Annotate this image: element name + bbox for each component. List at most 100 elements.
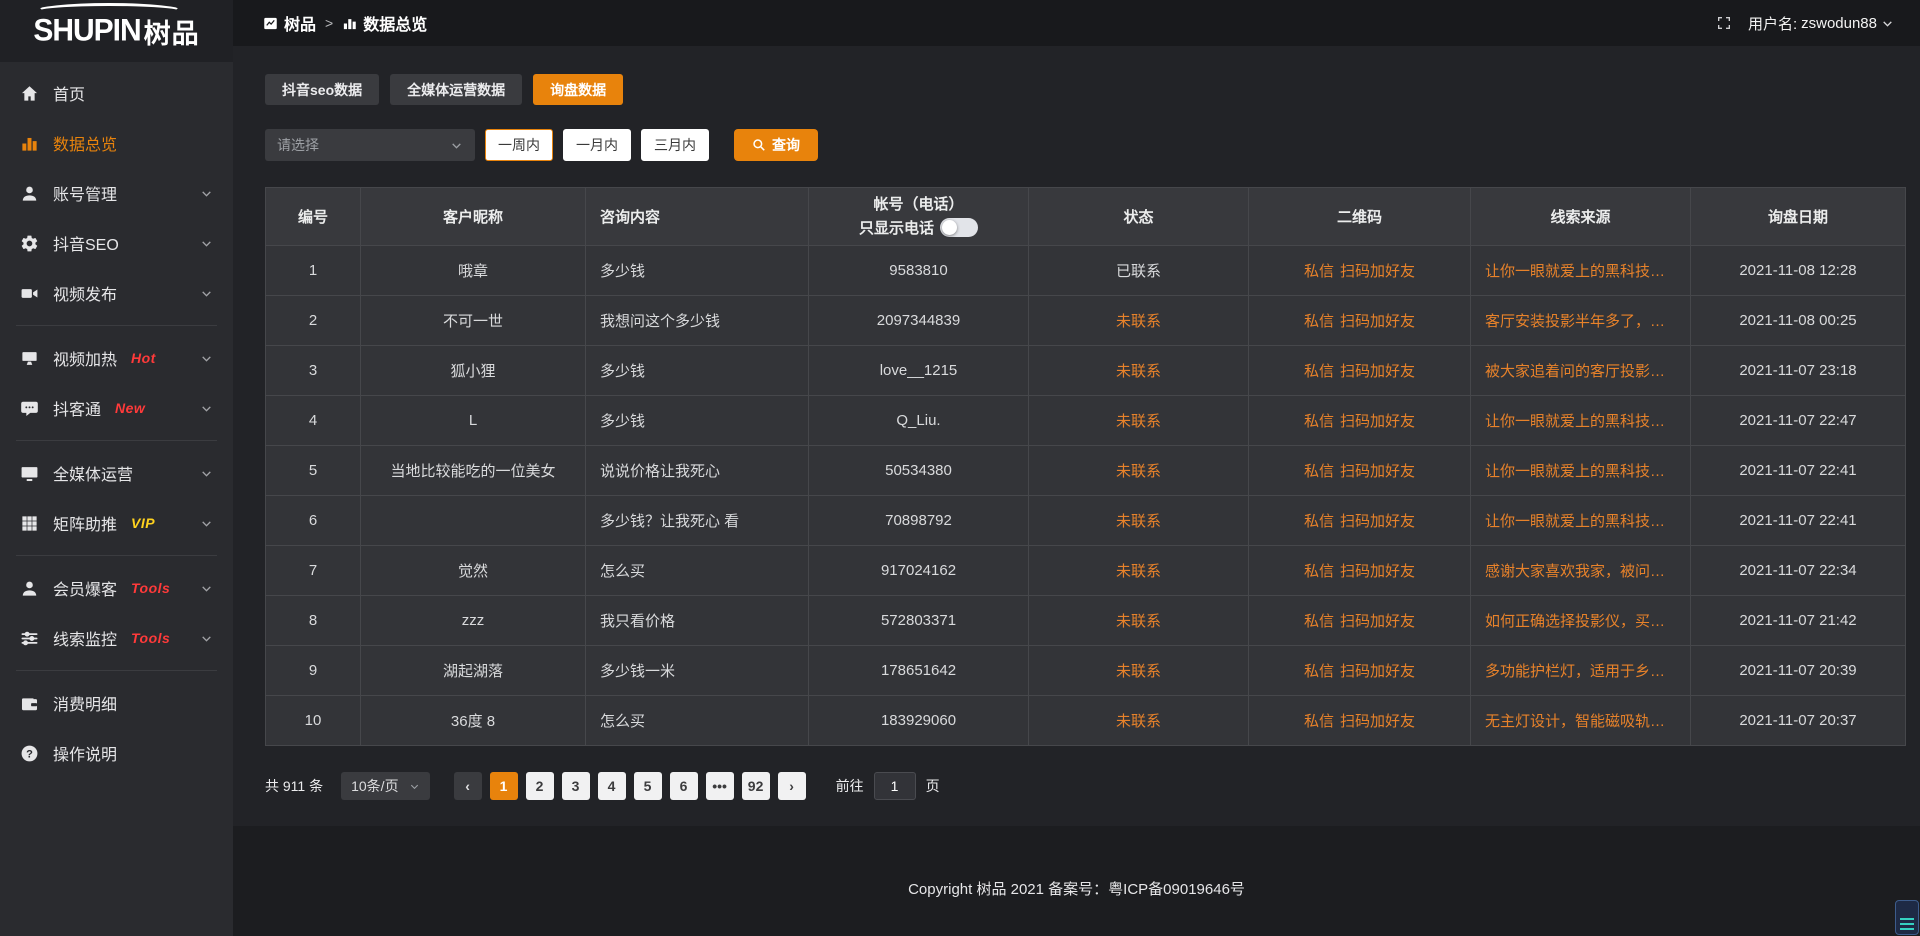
sidebar-item-账号管理[interactable]: 账号管理 (0, 168, 233, 218)
logo[interactable]: SHUPIN 树品 (0, 0, 233, 62)
inquiry-table: 编号 客户昵称 咨询内容 帐号（电话） 只显示电话 状态 二维码 线索来源 (265, 187, 1906, 746)
support-widget[interactable] (1895, 900, 1919, 935)
sidebar-item-消费明细[interactable]: 消费明细 (0, 678, 233, 728)
page-button-2[interactable]: 2 (526, 772, 554, 800)
cell-source[interactable]: 让你一眼就爱上的黑科技，能... (1471, 496, 1691, 546)
private-message-link[interactable]: 私信 (1304, 713, 1334, 730)
range-button-一月内[interactable]: 一月内 (563, 129, 631, 161)
cell-date: 2021-11-07 22:47 (1691, 396, 1906, 446)
range-button-一周内[interactable]: 一周内 (485, 129, 553, 161)
scan-add-friend-link[interactable]: 扫码加好友 (1340, 313, 1415, 330)
scan-add-friend-link[interactable]: 扫码加好友 (1340, 263, 1415, 280)
sidebar-item-线索监控[interactable]: 线索监控Tools (0, 613, 233, 663)
page-button-6[interactable]: 6 (670, 772, 698, 800)
private-message-link[interactable]: 私信 (1304, 413, 1334, 430)
prev-page-button[interactable]: ‹ (454, 772, 482, 800)
bar-chart-icon (20, 134, 39, 153)
phone-only-toggle[interactable] (940, 218, 978, 237)
cell-source[interactable]: 无主灯设计，智能磁吸轨道灯... (1471, 696, 1691, 746)
app-mark-icon (263, 16, 278, 31)
page-size-select[interactable]: 10条/页 (341, 772, 429, 800)
breadcrumb-item-current[interactable]: 数据总览 (342, 11, 427, 35)
scan-add-friend-link[interactable]: 扫码加好友 (1340, 463, 1415, 480)
private-message-link[interactable]: 私信 (1304, 363, 1334, 380)
cell-source[interactable]: 客厅安装投影半年多了，真实... (1471, 296, 1691, 346)
tab-抖音seo数据[interactable]: 抖音seo数据 (265, 74, 379, 105)
sidebar-item-全媒体运营[interactable]: 全媒体运营 (0, 448, 233, 498)
tab-询盘数据[interactable]: 询盘数据 (533, 74, 623, 105)
scan-add-friend-link[interactable]: 扫码加好友 (1340, 713, 1415, 730)
sidebar-divider (16, 555, 217, 556)
cell-content: 多少钱一米 (586, 646, 809, 696)
cell-source[interactable]: 多功能护栏灯，适用于乡村文... (1471, 646, 1691, 696)
page-ellipsis-button[interactable]: ••• (706, 772, 734, 800)
cell-account: love__1215 (809, 346, 1029, 396)
sidebar-item-抖音SEO[interactable]: 抖音SEO (0, 218, 233, 268)
sidebar-item-badge: Hot (131, 350, 156, 366)
scan-add-friend-link[interactable]: 扫码加好友 (1340, 613, 1415, 630)
scan-add-friend-link[interactable]: 扫码加好友 (1340, 663, 1415, 680)
fullscreen-icon[interactable] (1716, 15, 1732, 31)
cell-source[interactable]: 让你一眼就爱上的黑科技，能... (1471, 396, 1691, 446)
account-select[interactable]: 请选择 (265, 129, 475, 161)
col-account-label: 帐号（电话） (817, 195, 1020, 215)
cell-qrcode: 私信扫码加好友 (1249, 346, 1471, 396)
sidebar-nav: 首页数据总览账号管理抖音SEO 视频发布视频加热Hot抖客通New 全媒体运营矩阵助… (0, 62, 233, 778)
cell-source[interactable]: 感谢大家喜欢我家，被问了好... (1471, 546, 1691, 596)
sidebar-item-视频加热[interactable]: 视频加热Hot (0, 333, 233, 383)
user-zone: 用户名: zswodun88 (1716, 13, 1894, 34)
scan-add-friend-link[interactable]: 扫码加好友 (1340, 513, 1415, 530)
breadcrumb-item-root[interactable]: 树品 (263, 11, 316, 35)
cell-account: 917024162 (809, 546, 1029, 596)
cell-source[interactable]: 让你一眼就爱上的黑科技，能... (1471, 446, 1691, 496)
sidebar-item-label: 线索监控 (53, 626, 117, 650)
page-button-3[interactable]: 3 (562, 772, 590, 800)
sidebar-item-会员爆客[interactable]: 会员爆客Tools (0, 563, 233, 613)
goto-page-input[interactable] (874, 772, 916, 800)
sidebar-item-视频发布[interactable]: 视频发布 (0, 268, 233, 318)
page-button-1[interactable]: 1 (490, 772, 518, 800)
cell-content: 说说价格让我死心 (586, 446, 809, 496)
cell-source[interactable]: 被大家追着问的客厅投影分享... (1471, 346, 1691, 396)
sidebar-item-矩阵助推[interactable]: 矩阵助推VIP (0, 498, 233, 548)
cell-source[interactable]: 让你一眼就爱上的黑科技，能... (1471, 246, 1691, 296)
sidebar-item-label: 视频发布 (53, 281, 117, 305)
private-message-link[interactable]: 私信 (1304, 263, 1334, 280)
scan-add-friend-link[interactable]: 扫码加好友 (1340, 413, 1415, 430)
private-message-link[interactable]: 私信 (1304, 513, 1334, 530)
cell-id: 9 (266, 646, 361, 696)
bar-chart-icon (342, 16, 357, 31)
page-button-5[interactable]: 5 (634, 772, 662, 800)
search-button[interactable]: 查询 (734, 129, 818, 161)
cell-status: 未联系 (1029, 646, 1249, 696)
private-message-link[interactable]: 私信 (1304, 313, 1334, 330)
tab-全媒体运营数据[interactable]: 全媒体运营数据 (390, 74, 522, 105)
chevron-down-icon (200, 402, 213, 415)
scan-add-friend-link[interactable]: 扫码加好友 (1340, 363, 1415, 380)
private-message-link[interactable]: 私信 (1304, 663, 1334, 680)
cell-id: 10 (266, 696, 361, 746)
cell-source[interactable]: 如何正确选择投影仪，买投影... (1471, 596, 1691, 646)
sidebar-item-label: 会员爆客 (53, 576, 117, 600)
next-page-button[interactable]: › (778, 772, 806, 800)
sidebar-item-抖客通[interactable]: 抖客通New (0, 383, 233, 433)
cell-account: 70898792 (809, 496, 1029, 546)
cell-status: 未联系 (1029, 596, 1249, 646)
private-message-link[interactable]: 私信 (1304, 563, 1334, 580)
total-count: 共 911 条 (265, 776, 323, 796)
member-icon (20, 579, 39, 598)
pagination: 共 911 条 10条/页 ‹ 123456•••92 › 前往 页 (265, 772, 1905, 800)
user-menu[interactable]: 用户名: zswodun88 (1748, 13, 1894, 34)
sidebar-item-首页[interactable]: 首页 (0, 68, 233, 118)
cell-content: 多少钱 (586, 346, 809, 396)
sidebar-item-数据总览[interactable]: 数据总览 (0, 118, 233, 168)
page-button-92[interactable]: 92 (742, 772, 770, 800)
sidebar-item-操作说明[interactable]: ?操作说明 (0, 728, 233, 778)
scan-add-friend-link[interactable]: 扫码加好友 (1340, 563, 1415, 580)
cell-nickname: L (361, 396, 586, 446)
range-button-三月内[interactable]: 三月内 (641, 129, 709, 161)
private-message-link[interactable]: 私信 (1304, 463, 1334, 480)
page-button-4[interactable]: 4 (598, 772, 626, 800)
cell-qrcode: 私信扫码加好友 (1249, 446, 1471, 496)
private-message-link[interactable]: 私信 (1304, 613, 1334, 630)
